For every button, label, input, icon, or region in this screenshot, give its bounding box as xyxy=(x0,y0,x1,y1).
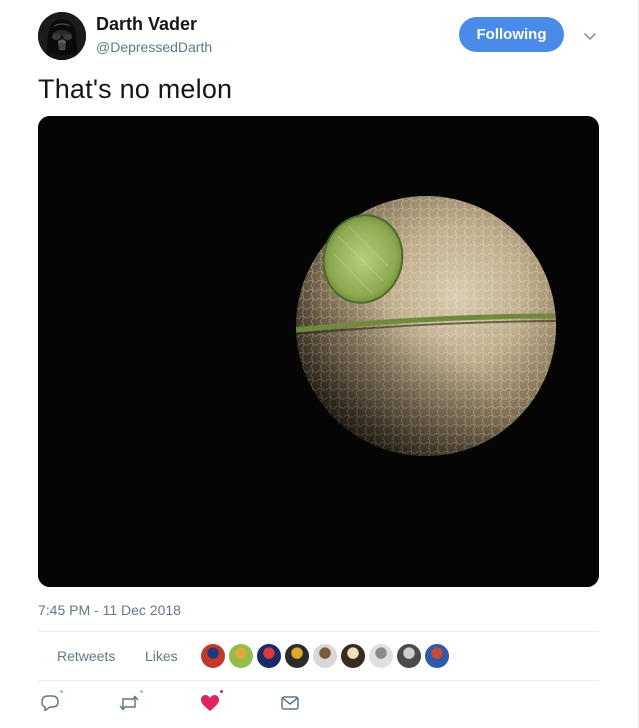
divider xyxy=(38,631,599,632)
retweet-icon[interactable] xyxy=(118,694,139,712)
likers-avatar-row xyxy=(200,643,450,669)
tweet-card: Darth Vader @DepressedDarth Following Th… xyxy=(0,0,639,728)
liker-avatar[interactable] xyxy=(228,643,254,669)
display-name[interactable]: Darth Vader xyxy=(96,14,197,35)
liker-avatar[interactable] xyxy=(256,643,282,669)
like-count-dot xyxy=(220,690,223,693)
liker-avatar[interactable] xyxy=(424,643,450,669)
retweet-count-dot xyxy=(140,690,143,693)
heart-icon[interactable] xyxy=(200,694,220,712)
retweets-stat[interactable]: Retweets xyxy=(57,648,115,664)
liker-avatar[interactable] xyxy=(396,643,422,669)
liker-avatar[interactable] xyxy=(368,643,394,669)
chevron-down-icon[interactable] xyxy=(582,28,598,44)
tweet-text: That's no melon xyxy=(38,74,233,104)
reply-icon[interactable] xyxy=(40,694,60,712)
likes-stat[interactable]: Likes xyxy=(145,648,178,664)
liker-avatar[interactable] xyxy=(312,643,338,669)
tweet-timestamp[interactable]: 7:45 PM - 11 Dec 2018 xyxy=(38,602,181,618)
direct-message-icon[interactable] xyxy=(280,694,300,712)
tweet-media-image[interactable] xyxy=(38,116,599,587)
following-button[interactable]: Following xyxy=(459,17,564,52)
reply-count-dot xyxy=(60,690,63,693)
divider xyxy=(38,680,599,681)
avatar[interactable] xyxy=(38,12,86,60)
liker-avatar[interactable] xyxy=(284,643,310,669)
vader-helmet-icon xyxy=(38,12,86,60)
screen-name[interactable]: @DepressedDarth xyxy=(96,39,212,55)
liker-avatar[interactable] xyxy=(200,643,226,669)
liker-avatar[interactable] xyxy=(340,643,366,669)
melon-death-star-image xyxy=(38,116,599,587)
